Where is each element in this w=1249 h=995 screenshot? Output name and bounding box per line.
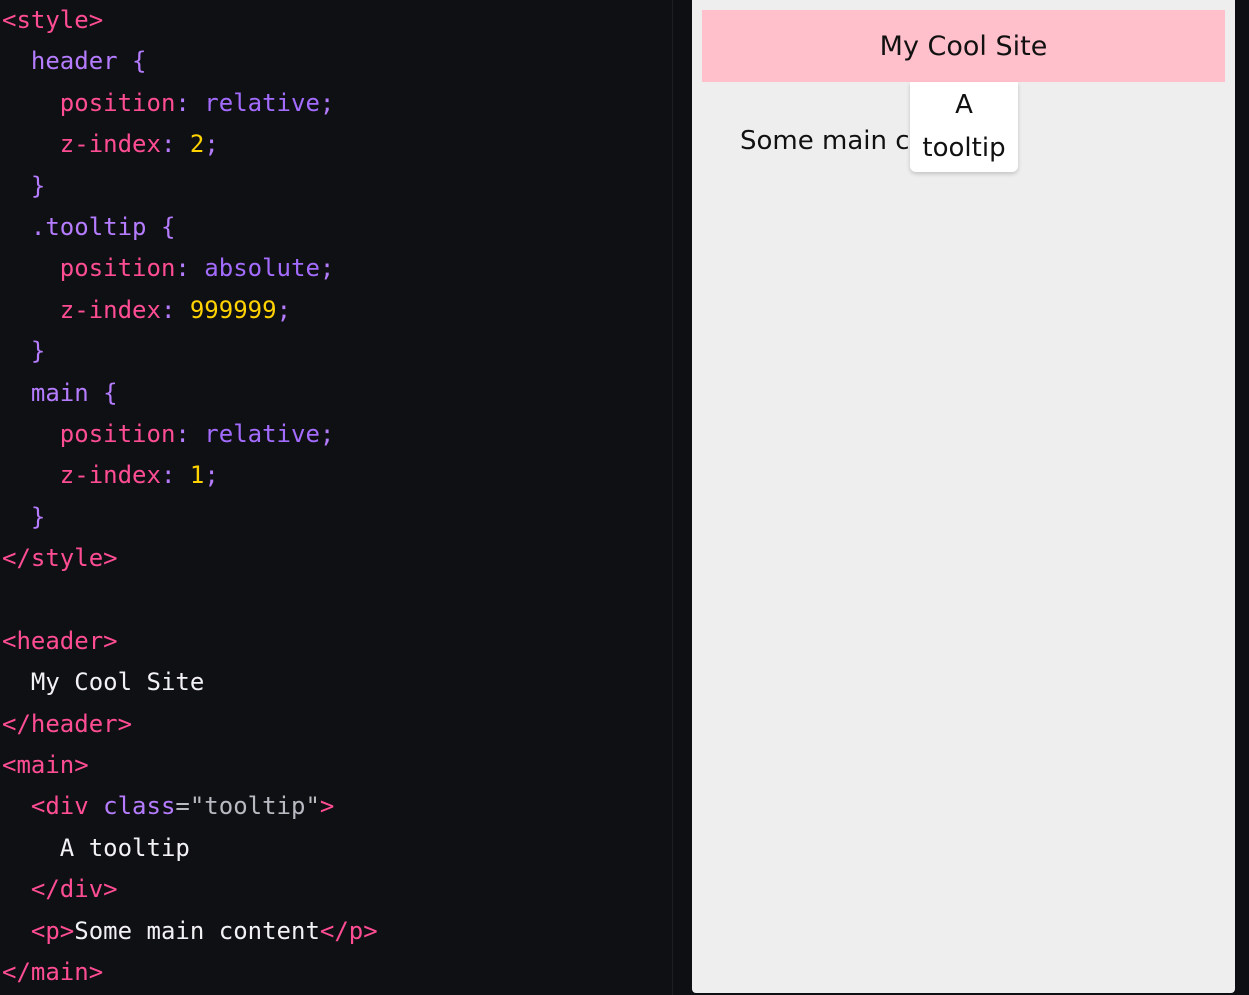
main-paragraph: Some main c	[740, 126, 910, 156]
code-line: z-index: 2;	[2, 124, 378, 165]
code-token: :	[160, 295, 190, 324]
code-token: A tooltip	[2, 833, 190, 862]
code-token: ;	[204, 130, 219, 159]
code-token: :	[175, 254, 205, 283]
code-line: <div class="tooltip">	[2, 786, 378, 827]
code-line: <header>	[2, 621, 378, 662]
tooltip-line-2: tooltip	[922, 133, 1006, 163]
code-line: z-index: 1;	[2, 455, 378, 496]
code-token: 2	[189, 130, 205, 159]
code-line: <style>	[2, 0, 378, 41]
code-token: position	[59, 254, 176, 283]
code-line: }	[2, 331, 378, 372]
code-token: </div>	[30, 875, 118, 904]
code-token: ;	[319, 419, 335, 448]
code-line: </header>	[2, 704, 378, 745]
code-token: <style>	[2, 6, 104, 34]
app-root: <style> header { position: relative; z-i…	[0, 0, 1249, 995]
code-token: z-index	[59, 295, 161, 324]
preview-pane: My Cool Site Some main c A tooltip	[692, 0, 1235, 993]
code-line: position: absolute;	[2, 248, 378, 289]
code-line: }	[2, 166, 378, 207]
pane-divider[interactable]	[672, 0, 673, 995]
tooltip-line-1: A	[955, 90, 973, 120]
tooltip: A tooltip	[910, 82, 1018, 172]
code-editor[interactable]: <style> header { position: relative; z-i…	[0, 0, 672, 995]
code-token: 999999	[189, 295, 277, 324]
code-token: </p>	[319, 916, 378, 945]
code-token: }	[30, 502, 46, 531]
code-token: main	[30, 378, 89, 407]
code-token: position	[59, 419, 176, 448]
code-token: position	[59, 88, 176, 117]
code-token: 1	[189, 461, 205, 490]
code-token: </header>	[2, 709, 133, 738]
code-token: <header>	[2, 626, 118, 655]
code-token: <div	[30, 792, 104, 821]
code-token: {	[146, 212, 176, 241]
code-token: ;	[204, 461, 219, 490]
code-token: {	[88, 378, 118, 407]
code-token: relative	[204, 419, 320, 448]
code-line: <main>	[2, 745, 378, 786]
code-token: {	[117, 47, 147, 76]
code-block[interactable]: <style> header { position: relative; z-i…	[2, 0, 378, 993]
code-token: }	[30, 337, 46, 366]
site-header-title: My Cool Site	[879, 30, 1048, 62]
code-token: z-index	[59, 130, 161, 159]
code-token: <main>	[2, 751, 89, 780]
code-token: :	[160, 461, 190, 490]
code-line: My Cool Site	[2, 662, 378, 703]
code-line: position: relative;	[2, 83, 378, 124]
code-token: ;	[276, 295, 292, 324]
code-token: relative	[204, 88, 320, 117]
code-line: <p>Some main content</p>	[2, 911, 378, 952]
code-token: <p>	[30, 916, 75, 945]
code-line: </style>	[2, 538, 378, 579]
code-token: ;	[319, 254, 335, 283]
code-line: z-index: 999999;	[2, 290, 378, 331]
code-token: :	[175, 88, 205, 117]
code-token: .tooltip	[30, 212, 147, 241]
code-token: z-index	[59, 461, 161, 490]
code-token: header	[30, 47, 118, 76]
code-token: class	[103, 792, 176, 821]
code-token: }	[30, 171, 46, 200]
code-token: Some main content	[74, 916, 320, 945]
code-token: My Cool Site	[2, 668, 205, 697]
code-token: ;	[319, 88, 335, 117]
code-token: ="tooltip"	[175, 792, 320, 821]
code-token: </main>	[2, 957, 104, 986]
code-line: A tooltip	[2, 828, 378, 869]
code-token: </style>	[2, 544, 118, 573]
code-token: :	[160, 130, 190, 159]
code-line: .tooltip {	[2, 207, 378, 248]
site-header: My Cool Site	[702, 10, 1225, 82]
code-line: </main>	[2, 952, 378, 993]
code-line: </div>	[2, 869, 378, 910]
code-line: position: relative;	[2, 414, 378, 455]
code-line: header {	[2, 41, 378, 82]
code-token: absolute	[204, 254, 320, 283]
code-token: :	[175, 419, 205, 448]
code-line: main {	[2, 373, 378, 414]
code-line: }	[2, 497, 378, 538]
code-token: >	[319, 792, 335, 821]
